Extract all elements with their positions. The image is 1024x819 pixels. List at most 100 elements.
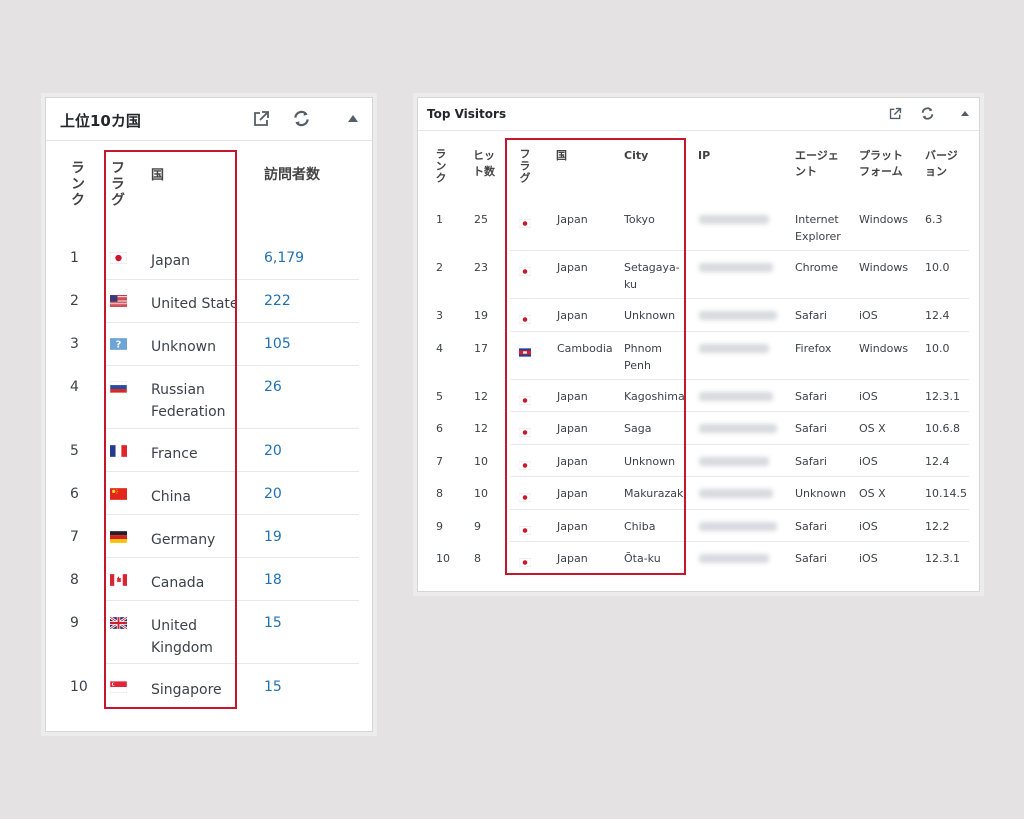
row-rank: 8	[436, 487, 443, 500]
top-visitors-widget: Top Visitors ランク ヒット数 フラグ国 City IP エージェント プラット…	[417, 97, 980, 592]
row-rank: 6	[436, 422, 443, 435]
row-agent: Safari	[795, 455, 827, 468]
row-platform: Windows	[859, 213, 909, 226]
row-rank: 2	[436, 261, 443, 274]
row-version: 6.3	[925, 213, 943, 226]
ip-address-redacted	[699, 554, 769, 563]
row-platform: iOS	[859, 309, 878, 322]
row-rank: 7	[436, 455, 443, 468]
ip-address-redacted	[699, 424, 777, 433]
visitors-count-link[interactable]: 20	[264, 486, 282, 502]
row-agent: Safari	[795, 520, 827, 533]
row-hits: 10	[474, 455, 488, 468]
visitors-count-link[interactable]: 105	[264, 336, 291, 352]
visitors-count-link[interactable]: 20	[264, 443, 282, 459]
external-link-icon[interactable]	[253, 110, 270, 127]
ip-address-redacted	[699, 344, 769, 353]
row-agent: Firefox	[795, 342, 832, 355]
row-version: 10.6.8	[925, 422, 960, 435]
row-agent: Chrome	[795, 261, 839, 274]
row-rank: 9	[436, 520, 443, 533]
visitors-count-link[interactable]: 6,179	[264, 250, 304, 266]
row-agent: Safari	[795, 552, 827, 565]
row-rank: 8	[70, 572, 79, 588]
widget-header: 上位10カ国	[46, 98, 372, 141]
ip-address-redacted	[699, 457, 769, 466]
row-version: 12.3.1	[925, 552, 960, 565]
row-platform: iOS	[859, 520, 878, 533]
row-rank: 3	[436, 309, 443, 322]
row-platform: OS X	[859, 422, 886, 435]
flag-country-city-highlight	[505, 138, 686, 575]
row-rank: 10	[70, 679, 88, 695]
column-header-platform: プラットフォーム	[859, 149, 903, 178]
refresh-icon[interactable]	[292, 109, 311, 128]
row-platform: Windows	[859, 342, 909, 355]
visitors-count-link[interactable]: 15	[264, 615, 282, 631]
row-version: 10.14.5	[925, 487, 967, 500]
visitors-count-link[interactable]: 15	[264, 679, 282, 695]
column-header-rank: ランク	[69, 160, 85, 208]
widget-header: Top Visitors	[418, 98, 979, 131]
ip-address-redacted	[699, 392, 773, 401]
row-rank: 4	[436, 342, 443, 355]
row-version: 12.4	[925, 455, 950, 468]
row-hits: 12	[474, 390, 488, 403]
ip-address-redacted	[699, 522, 777, 531]
row-hits: 9	[474, 520, 481, 533]
visitors-count-link[interactable]: 26	[264, 379, 282, 395]
widget-title: 上位10カ国	[60, 112, 141, 130]
row-version: 10.0	[925, 342, 950, 355]
ip-address-redacted	[699, 263, 773, 272]
column-header-visitors: 訪問者数	[264, 167, 320, 183]
row-rank: 1	[70, 250, 79, 266]
column-header-version: バージョン	[925, 149, 958, 178]
row-hits: 10	[474, 487, 488, 500]
row-platform: Windows	[859, 261, 909, 274]
row-rank: 4	[70, 379, 79, 395]
row-rank: 1	[436, 213, 443, 226]
row-platform: iOS	[859, 455, 878, 468]
column-header-rank: ランク	[434, 148, 447, 184]
collapse-triangle-icon[interactable]	[348, 115, 358, 122]
row-rank: 5	[70, 443, 79, 459]
row-rank: 5	[436, 390, 443, 403]
visitors-count-link[interactable]: 222	[264, 293, 291, 309]
row-rank: 2	[70, 293, 79, 309]
row-hits: 12	[474, 422, 488, 435]
row-rank: 9	[70, 615, 79, 631]
row-agent: Internet Explorer	[795, 213, 841, 243]
row-hits: 17	[474, 342, 488, 355]
row-rank: 3	[70, 336, 79, 352]
row-agent: Safari	[795, 390, 827, 403]
row-platform: iOS	[859, 390, 878, 403]
row-version: 12.3.1	[925, 390, 960, 403]
row-version: 12.4	[925, 309, 950, 322]
row-rank: 10	[436, 552, 450, 565]
row-hits: 8	[474, 552, 481, 565]
row-rank: 6	[70, 486, 79, 502]
row-version: 10.0	[925, 261, 950, 274]
visitors-count-link[interactable]: 19	[264, 529, 282, 545]
row-agent: Unknown	[795, 487, 847, 500]
row-hits: 25	[474, 213, 488, 226]
external-link-icon[interactable]	[889, 107, 902, 120]
row-rank: 7	[70, 529, 79, 545]
collapse-triangle-icon[interactable]	[961, 111, 969, 116]
ip-address-redacted	[699, 215, 769, 224]
ip-address-redacted	[699, 311, 777, 320]
row-agent: Safari	[795, 309, 827, 322]
row-platform: iOS	[859, 552, 878, 565]
column-header-agent: エージェント	[795, 149, 839, 178]
column-header-ip: IP	[698, 149, 711, 162]
row-hits: 23	[474, 261, 488, 274]
row-hits: 19	[474, 309, 488, 322]
row-version: 12.2	[925, 520, 950, 533]
refresh-icon[interactable]	[920, 106, 935, 121]
row-agent: Safari	[795, 422, 827, 435]
ip-address-redacted	[699, 489, 773, 498]
column-header-hits: ヒット数	[473, 149, 495, 178]
flag-column-highlight	[104, 150, 237, 709]
visitors-count-link[interactable]: 18	[264, 572, 282, 588]
row-platform: OS X	[859, 487, 886, 500]
